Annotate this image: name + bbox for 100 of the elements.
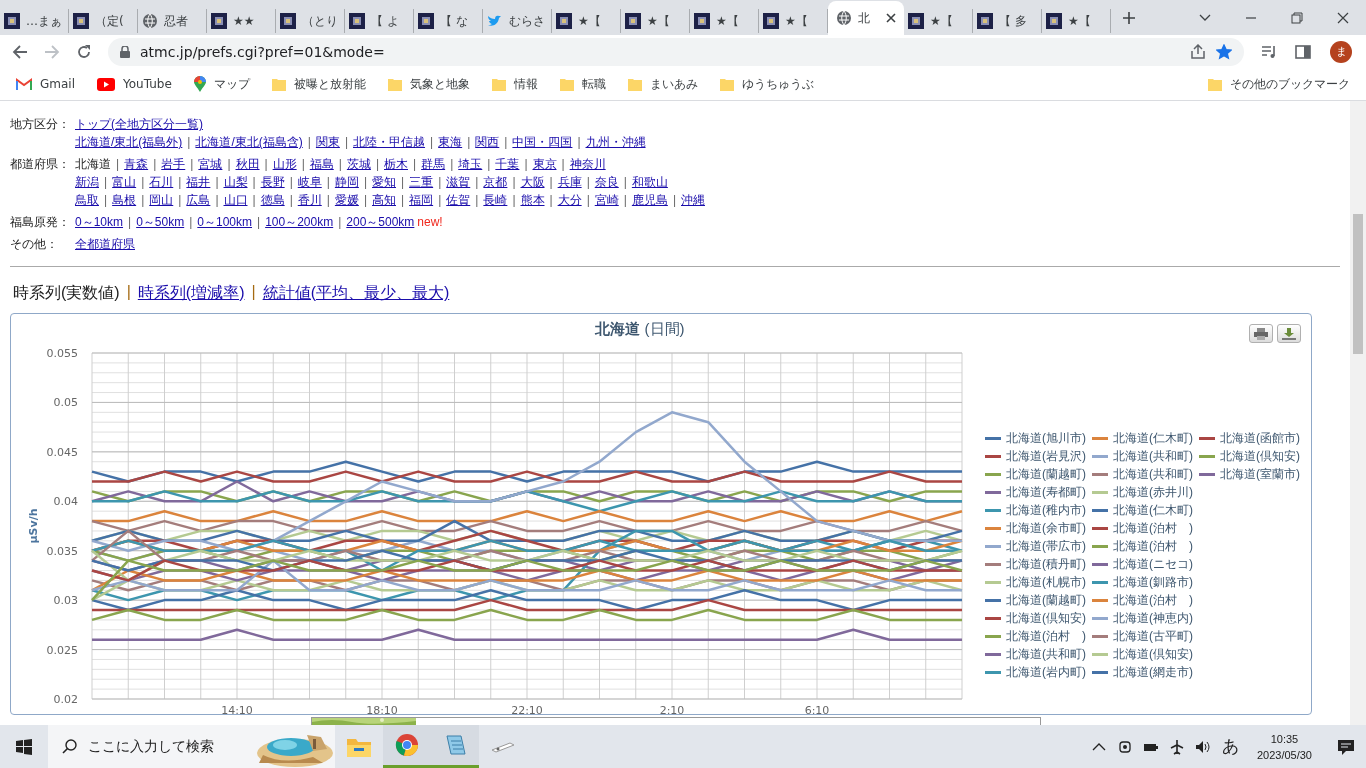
separator: | [104, 192, 108, 209]
axis-label: 0.025 [46, 643, 78, 657]
axis-label: 6:10 [804, 704, 830, 716]
legend-label: 北海道(古平町) [1113, 627, 1193, 645]
separator: | [178, 174, 182, 191]
legend-label: 北海道(泊村 ) [1006, 627, 1086, 645]
legend-label: 北海道(岩見沢) [1006, 447, 1086, 465]
separator: | [257, 214, 261, 231]
separator: | [475, 192, 479, 209]
separator: | [128, 214, 132, 231]
current-region: 北海道 [75, 156, 111, 173]
legend-label: 北海道(蘭越町) [1006, 591, 1086, 609]
separator: | [549, 174, 553, 191]
axis-label: 0.055 [46, 347, 78, 360]
separator: | [189, 214, 193, 231]
legend-label: 北海道(倶知安) [1220, 447, 1300, 465]
separator: | [623, 192, 627, 209]
separator: | [190, 156, 194, 173]
legend-label: 北海道(稚内市) [1006, 501, 1086, 519]
separator: | [623, 174, 627, 191]
legend-label: 北海道(仁木町) [1113, 501, 1193, 519]
separator: | [252, 192, 256, 209]
separator: | [438, 192, 442, 209]
separator: | [413, 156, 417, 173]
separator: | [187, 134, 191, 151]
separator: | [561, 156, 565, 173]
separator: | [586, 174, 590, 191]
legend-label: 北海道(神恵内) [1113, 609, 1193, 627]
legend-label: 北海道(積丹町) [1006, 555, 1086, 573]
legend-label: 北海道(岩内町) [1006, 663, 1086, 681]
chart-title: 北海道 (日間) [595, 319, 685, 339]
separator: | [524, 156, 528, 173]
separator: | [178, 192, 182, 209]
legend-label: 北海道(函館市) [1220, 429, 1300, 447]
separator: | [338, 214, 342, 231]
axis-label: 2:10 [659, 704, 685, 716]
separator: | [344, 134, 349, 151]
separator: | [430, 134, 434, 151]
separator: | [153, 156, 157, 173]
legend-label: 北海道(共和町) [1113, 447, 1193, 465]
legend-label: 北海道(旭川市) [1006, 429, 1086, 447]
separator: | [438, 174, 442, 191]
separator: | [401, 174, 405, 191]
legend-label: 北海道(室蘭市) [1220, 465, 1300, 483]
separator: | [251, 283, 256, 302]
separator: | [141, 174, 145, 191]
axis-label: 0.045 [46, 445, 78, 459]
separator: | [301, 156, 305, 173]
legend-label: 北海道(仁木町) [1113, 429, 1193, 447]
legend-label: 北海道(寿都町) [1006, 483, 1086, 501]
separator: | [326, 192, 330, 209]
axis-label: 0.05 [53, 396, 78, 410]
separator: | [104, 174, 108, 191]
separator: | [549, 192, 553, 209]
legend-label: 北海道(泊村 ) [1113, 519, 1193, 537]
legend-label: 北海道(共和町) [1113, 465, 1193, 483]
separator: | [487, 156, 491, 173]
nav-label: 都道府県： [10, 156, 71, 173]
separator: | [504, 134, 508, 151]
legend-label: 北海道(ニセコ) [1113, 555, 1193, 573]
legend-label: 北海道(釧路市) [1113, 573, 1193, 591]
separator: | [326, 174, 330, 191]
axis-label: 14:10 [221, 704, 253, 716]
axis-label: 0.03 [53, 594, 78, 608]
nav-label: その他： [10, 236, 59, 253]
separator: | [289, 174, 293, 191]
nav-label: 福島原発： [10, 214, 71, 231]
separator: | [375, 156, 379, 173]
separator: | [215, 174, 219, 191]
new-label: new! [417, 214, 443, 231]
legend-label: 北海道(泊村 ) [1113, 537, 1193, 555]
legend-label: 北海道(札幌市) [1006, 573, 1086, 591]
separator: | [577, 134, 581, 151]
separator: | [307, 134, 311, 151]
separator: | [475, 174, 479, 191]
separator: | [450, 156, 454, 173]
separator: | [227, 156, 231, 173]
legend-label: 北海道(泊村 ) [1113, 591, 1193, 609]
nav-label: 地方区分： [10, 116, 71, 133]
separator: | [363, 192, 367, 209]
separator: | [586, 192, 590, 209]
separator: | [126, 283, 131, 302]
separator: | [401, 192, 405, 209]
separator: | [116, 156, 120, 173]
legend-label: 北海道(倶知安) [1113, 645, 1193, 663]
separator: | [672, 192, 676, 209]
separator: | [264, 156, 268, 173]
axis-label: 22:10 [511, 704, 543, 716]
legend-label: 北海道(蘭越町) [1006, 465, 1086, 483]
separator: | [289, 192, 293, 209]
separator: | [215, 192, 219, 209]
axis-label: 18:10 [366, 704, 398, 716]
legend-label: 北海道(余市町) [1006, 519, 1086, 537]
legend-label: 北海道(帯広市) [1006, 537, 1086, 555]
separator: | [467, 134, 471, 151]
legend-label: 北海道(赤井川) [1113, 483, 1193, 501]
separator: | [338, 156, 342, 173]
separator: | [512, 192, 516, 209]
legend-label: 北海道(共和町) [1006, 645, 1086, 663]
axis-title: µSv/h [27, 508, 40, 544]
